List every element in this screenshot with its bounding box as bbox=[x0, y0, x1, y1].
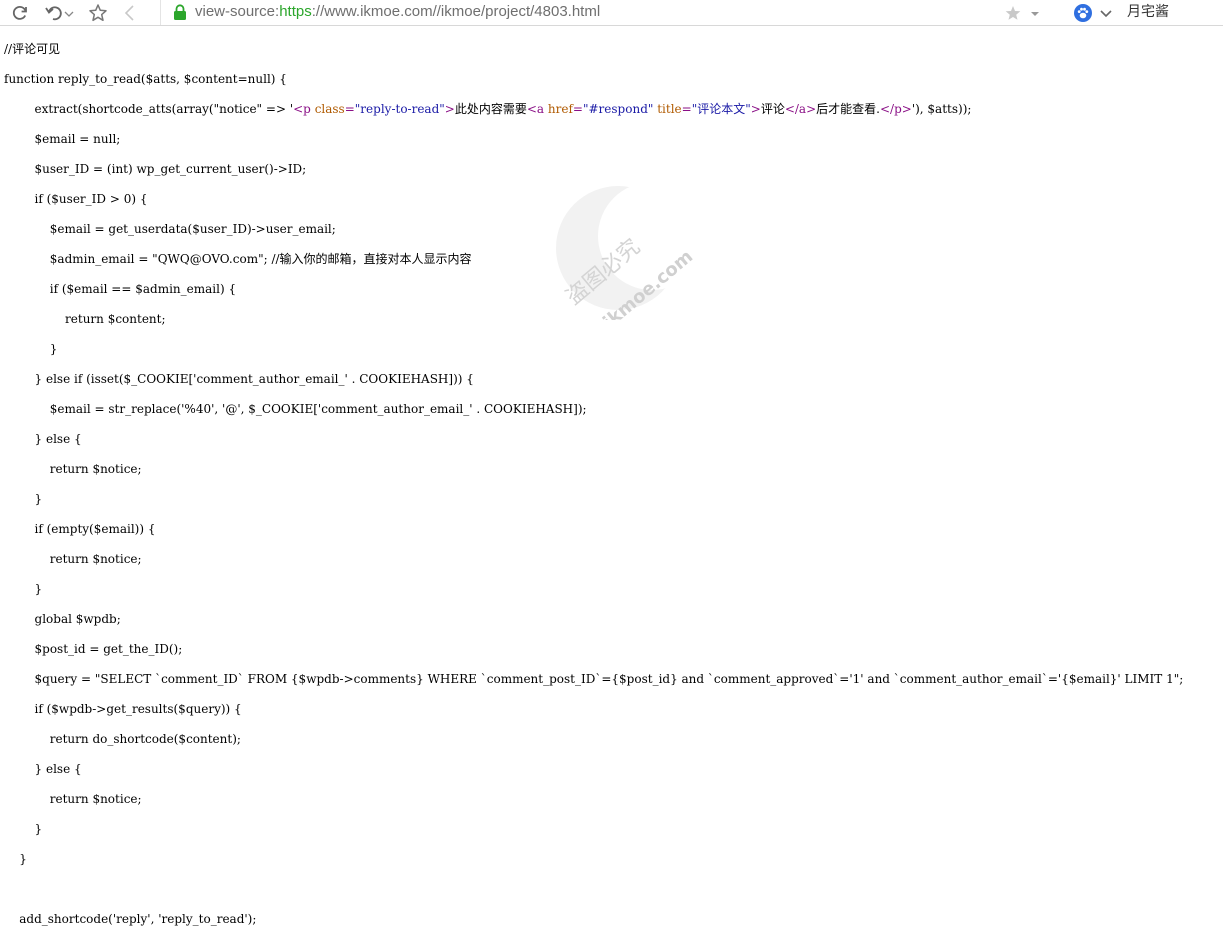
address-bar[interactable]: view-source:https://www.ikmoe.com//ikmoe… bbox=[160, 0, 1056, 25]
code-line: } bbox=[4, 492, 43, 506]
address-dropdown-icon[interactable] bbox=[1029, 3, 1041, 23]
code-line: } else { bbox=[4, 762, 82, 776]
code-line: return $notice; bbox=[4, 792, 142, 806]
url-scheme: https bbox=[279, 3, 312, 20]
url-prefix: view-source: bbox=[195, 3, 280, 20]
account-chevron-down-icon[interactable] bbox=[1099, 3, 1113, 23]
history-dropdown-icon[interactable] bbox=[64, 3, 74, 23]
back-arrow-icon[interactable] bbox=[120, 3, 140, 23]
code-line: $email = str_replace('%40', '@', $_COOKI… bbox=[4, 402, 587, 416]
code-line: function reply_to_read($atts, $content=n… bbox=[4, 72, 287, 86]
code-line: $admin_email = "QWQ@OVO.com"; //输入你的邮箱，直… bbox=[4, 252, 472, 266]
code-line: return $notice; bbox=[4, 462, 142, 476]
code-line-html-markup: extract(shortcode_atts(array("notice" =>… bbox=[4, 102, 972, 116]
code-line: return $content; bbox=[4, 312, 166, 326]
account-name[interactable]: 月宅酱 bbox=[1127, 3, 1169, 21]
code-line: return $notice; bbox=[4, 552, 142, 566]
browser-toolbar: view-source:https://www.ikmoe.com//ikmoe… bbox=[0, 0, 1223, 26]
code-line: global $wpdb; bbox=[4, 612, 121, 626]
code-line: //评论可见 bbox=[4, 42, 61, 56]
code-line: add_shortcode('reply', 'reply_to_read'); bbox=[4, 912, 257, 926]
refresh-icon[interactable] bbox=[10, 3, 30, 23]
favorite-star-icon[interactable] bbox=[1003, 3, 1023, 23]
code-line: if ($wpdb->get_results($query)) { bbox=[4, 702, 242, 716]
star-bookmark-icon[interactable] bbox=[88, 3, 108, 23]
back-history-icon[interactable] bbox=[44, 3, 64, 23]
code-line: } bbox=[4, 852, 27, 866]
code-line: $user_ID = (int) wp_get_current_user()->… bbox=[4, 162, 307, 176]
code-line: } bbox=[4, 342, 58, 356]
code-line: } else { bbox=[4, 432, 82, 446]
code-line: $query = "SELECT `comment_ID` FROM {$wpd… bbox=[4, 672, 1184, 686]
code-line: } bbox=[4, 582, 43, 596]
code-line: $email = get_userdata($user_ID)->user_em… bbox=[4, 222, 336, 236]
code-line: if ($user_ID > 0) { bbox=[4, 192, 148, 206]
url-path: ://www.ikmoe.com//ikmoe/project/4803.htm… bbox=[311, 3, 601, 20]
code-line: } else if (isset($_COOKIE['comment_autho… bbox=[4, 372, 474, 386]
baidu-paw-icon[interactable] bbox=[1073, 3, 1093, 23]
code-line: $email = null; bbox=[4, 132, 121, 146]
lock-icon bbox=[173, 4, 187, 25]
page-source-listing: //评论可见 function reply_to_read($atts, $co… bbox=[4, 27, 1223, 942]
code-line: $post_id = get_the_ID(); bbox=[4, 642, 183, 656]
code-line: if ($email == $admin_email) { bbox=[4, 282, 237, 296]
code-line: return do_shortcode($content); bbox=[4, 732, 241, 746]
url-text: view-source:https://www.ikmoe.com//ikmoe… bbox=[195, 3, 600, 21]
code-line: } bbox=[4, 822, 43, 836]
code-line: if (empty($email)) { bbox=[4, 522, 156, 536]
